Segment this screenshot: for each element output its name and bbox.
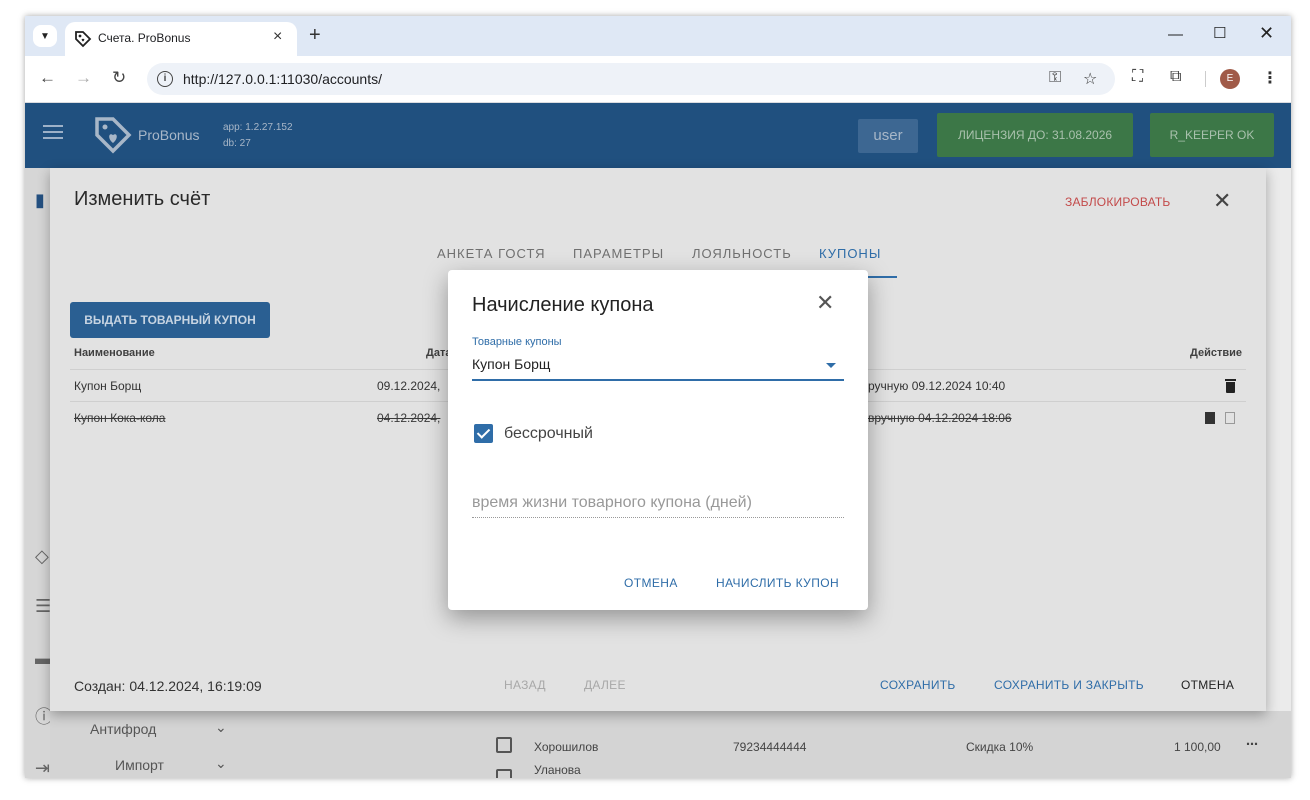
created-timestamp: Создан: 04.12.2024, 16:19:09 bbox=[74, 678, 262, 694]
cancel-button[interactable]: ОТМЕНА bbox=[624, 576, 678, 590]
browser-toolbar: ← → ↻ i http://127.0.0.1:11030/accounts/… bbox=[25, 56, 1291, 103]
list-icon[interactable]: ☰ bbox=[35, 596, 51, 617]
coupon-note: вручную 04.12.2024 18:06 bbox=[868, 411, 1012, 425]
caret-down-icon bbox=[826, 363, 836, 368]
key-icon[interactable]: ⚿ bbox=[1049, 69, 1061, 87]
back-icon[interactable]: ← bbox=[39, 68, 56, 88]
restore-icon[interactable] bbox=[1205, 412, 1215, 424]
coupon-select-label: Товарные купоны bbox=[472, 336, 562, 348]
browser-tab[interactable]: Счета. ProBonus × bbox=[65, 22, 297, 56]
block-button[interactable]: ЗАБЛОКИРОВАТЬ bbox=[1065, 195, 1171, 209]
cancel-button[interactable]: ОТМЕНА bbox=[1181, 678, 1234, 692]
coupon-accrual-dialog: Начисление купона ✕ Товарные купоны Купо… bbox=[448, 270, 868, 610]
chevron-down-icon[interactable]: ⌄ bbox=[215, 719, 227, 736]
dialog-title: Изменить счёт bbox=[74, 188, 211, 210]
row-name: Хорошилов bbox=[534, 740, 599, 754]
minimize-icon[interactable]: — bbox=[1168, 26, 1183, 43]
menu-antifraud[interactable]: Антифрод bbox=[90, 721, 156, 737]
delete-disabled-icon bbox=[1225, 412, 1235, 424]
dialog-title: Начисление купона bbox=[472, 294, 654, 316]
row-name: Уланова bbox=[534, 763, 581, 777]
star-icon[interactable]: ☆ bbox=[1083, 69, 1097, 89]
delete-icon[interactable] bbox=[1225, 379, 1236, 393]
menu-icon[interactable] bbox=[43, 125, 63, 139]
toolbar-separator bbox=[1205, 71, 1206, 87]
lifetime-days-input[interactable] bbox=[472, 488, 844, 518]
tab-loyalty[interactable]: ЛОЯЛЬНОСТЬ bbox=[692, 246, 792, 261]
close-tab-icon[interactable]: × bbox=[273, 28, 282, 46]
site-info-icon[interactable]: i bbox=[157, 71, 173, 87]
row-phone: 79234444444 bbox=[733, 740, 807, 754]
chevron-down-icon[interactable]: ⌄ bbox=[215, 755, 227, 772]
background-table-area: Антифрод ⌄ Импорт ⌄ Хорошилов 7923444444… bbox=[50, 711, 1291, 778]
coupon-select[interactable]: Купон Борщ bbox=[472, 353, 844, 381]
app-header: ProBonus app: 1.2.27.152 db: 27 user ЛИЦ… bbox=[25, 103, 1291, 168]
unlimited-checkbox[interactable] bbox=[474, 424, 493, 443]
extensions-icon[interactable]: ⧉ bbox=[1170, 68, 1181, 86]
accounts-icon[interactable]: ▮ bbox=[35, 190, 45, 211]
coupon-name: Купон Кока-кола bbox=[74, 411, 166, 425]
unlimited-label[interactable]: бессрочный bbox=[504, 425, 593, 443]
logo-text: ProBonus bbox=[138, 127, 200, 143]
tag-icon bbox=[75, 31, 92, 48]
logo-icon bbox=[95, 117, 132, 154]
license-button[interactable]: ЛИЦЕНЗИЯ ДО: 31.08.2026 bbox=[937, 113, 1133, 157]
menu-import[interactable]: Импорт bbox=[115, 757, 164, 773]
sidebar: ▮ ◇ ☰ ▬ ⓘ ⇥ bbox=[25, 168, 53, 778]
accrue-coupon-button[interactable]: НАЧИСЛИТЬ КУПОН bbox=[716, 576, 839, 590]
row-discount: Скидка 10% bbox=[966, 740, 1034, 754]
close-icon[interactable]: ✕ bbox=[1213, 188, 1231, 214]
row-checkbox[interactable] bbox=[496, 769, 512, 778]
window-close-icon[interactable]: ✕ bbox=[1259, 23, 1274, 44]
column-header-name[interactable]: Наименование bbox=[74, 347, 155, 359]
address-bar[interactable]: i http://127.0.0.1:11030/accounts/ ⚿ ☆ bbox=[147, 63, 1115, 95]
issue-coupon-button[interactable]: ВЫДАТЬ ТОВАРНЫЙ КУПОН bbox=[70, 302, 270, 338]
column-header-action: Действие bbox=[1190, 347, 1242, 359]
coupon-note: ручную 09.12.2024 10:40 bbox=[868, 379, 1006, 393]
save-button[interactable]: СОХРАНИТЬ bbox=[880, 678, 956, 692]
row-checkbox[interactable] bbox=[496, 737, 512, 753]
forward-icon[interactable]: → bbox=[75, 68, 92, 88]
maximize-icon[interactable]: ☐ bbox=[1213, 24, 1226, 42]
coupon-select-value: Купон Борщ bbox=[472, 356, 551, 372]
screen-capture-icon[interactable]: ⛶ bbox=[1132, 68, 1143, 86]
save-and-close-button[interactable]: СОХРАНИТЬ И ЗАКРЫТЬ bbox=[994, 678, 1144, 692]
next-button[interactable]: ДАЛЕЕ bbox=[584, 678, 626, 692]
row-amount: 1 100,00 bbox=[1174, 740, 1221, 754]
reload-icon[interactable]: ↻ bbox=[112, 68, 126, 88]
user-button[interactable]: user bbox=[858, 119, 918, 153]
row-more-icon[interactable]: ⋯ bbox=[1246, 737, 1258, 751]
tag-menu-icon[interactable]: ◇ bbox=[35, 546, 49, 567]
new-tab-icon[interactable]: + bbox=[309, 24, 321, 47]
tab-guest-profile[interactable]: АНКЕТА ГОСТЯ bbox=[437, 246, 546, 261]
browser-window: ▼ Счета. ProBonus × + — ☐ ✕ ← → ↻ i http… bbox=[25, 16, 1291, 778]
version-info: app: 1.2.27.152 db: 27 bbox=[223, 120, 293, 152]
rkeeper-status-button[interactable]: R_KEEPER OK bbox=[1150, 113, 1274, 157]
close-icon[interactable]: ✕ bbox=[816, 290, 834, 316]
coupon-date: 04.12.2024, bbox=[377, 411, 441, 425]
back-button[interactable]: НАЗАД bbox=[504, 678, 546, 692]
tab-title: Счета. ProBonus bbox=[98, 31, 191, 45]
import-icon[interactable]: ⇥ bbox=[35, 758, 50, 778]
tab-coupons[interactable]: КУПОНЫ bbox=[819, 246, 881, 261]
coupon-name: Купон Борщ bbox=[74, 379, 142, 393]
more-menu-icon[interactable]: ⋮ bbox=[1262, 68, 1278, 88]
profile-avatar[interactable]: E bbox=[1220, 69, 1240, 89]
coupon-date: 09.12.2024, bbox=[377, 379, 441, 393]
db-version: db: 27 bbox=[223, 138, 251, 149]
tab-search-button[interactable]: ▼ bbox=[33, 25, 57, 47]
browser-tab-bar: ▼ Счета. ProBonus × + — ☐ ✕ bbox=[25, 16, 1291, 56]
tab-parameters[interactable]: ПАРАМЕТРЫ bbox=[573, 246, 664, 261]
app-version: app: 1.2.27.152 bbox=[223, 122, 293, 133]
url-text[interactable]: http://127.0.0.1:11030/accounts/ bbox=[183, 71, 382, 87]
